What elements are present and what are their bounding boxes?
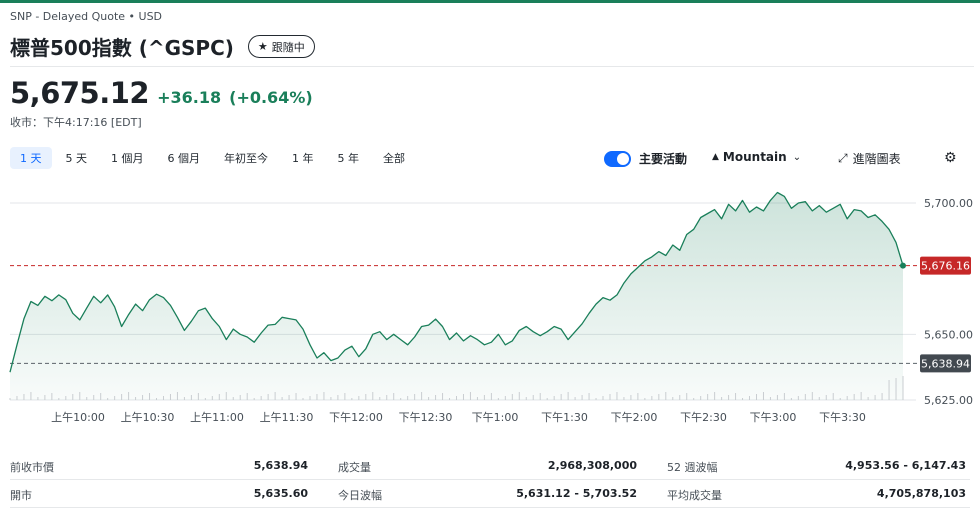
y-tick-label: 5,625.00 — [924, 394, 973, 407]
price-change: +36.18 — [157, 88, 222, 107]
current-price: 5,675.12 — [10, 76, 150, 110]
open-label: 開市 — [10, 489, 32, 502]
chevron-down-icon: ⌄ — [792, 151, 802, 163]
title-row: 標普500指數 (^GSPC) ★ 跟隨中 — [10, 32, 315, 61]
follow-button[interactable]: ★ 跟隨中 — [247, 35, 315, 58]
page-title: 標普500指數 (^GSPC) — [10, 36, 234, 60]
x-tick-label: 上午10:00 — [51, 411, 105, 424]
advanced-chart-label: 進階圖表 — [852, 152, 901, 166]
y-tick-label: 5,700.00 — [924, 197, 973, 210]
range-tab-1m[interactable]: 1 個月 — [101, 147, 154, 169]
range-tabs: 1 天 5 天 1 個月 6 個月 年初至今 1 年 5 年 全部 — [10, 147, 415, 169]
toggle-knob — [617, 152, 629, 165]
range-tab-1y[interactable]: 1 年 — [282, 147, 324, 169]
week52-label: 52 週波幅 — [667, 461, 718, 474]
x-tick-label: 下午3:30 — [819, 411, 866, 424]
last-price-dot — [900, 262, 906, 269]
volume-label: 成交量 — [338, 461, 371, 474]
x-tick-label: 下午1:30 — [541, 411, 588, 424]
avg-volume-value: 4,705,878,103 — [876, 487, 966, 500]
key-events-label: 主要活動 — [639, 152, 688, 166]
range-tab-6m[interactable]: 6 個月 — [158, 147, 211, 169]
range-tab-all[interactable]: 全部 — [373, 147, 415, 169]
prev-close-label: 前收市價 — [10, 461, 54, 474]
y-tick-label: 5,650.00 — [924, 328, 973, 341]
close-time: 收市：下午4:17:16 [EDT] — [10, 116, 142, 129]
price-area — [10, 192, 903, 400]
chart-type-label: Mountain — [722, 150, 787, 164]
avg-volume-label: 平均成交量 — [667, 489, 722, 502]
prev-close-value: 5,638.94 — [253, 459, 308, 472]
range-tab-5y[interactable]: 5 年 — [328, 147, 370, 169]
star-icon: ★ — [257, 40, 268, 53]
day-range-value: 5,631.12 - 5,703.52 — [516, 487, 637, 500]
price-chart[interactable]: 5,700.00 5,650.00 5,625.00 5,676.16 5,638.94… — [0, 178, 980, 450]
price-change-percent: (+0.64%) — [229, 88, 313, 107]
x-tick-label: 下午12:30 — [399, 411, 453, 424]
gear-icon[interactable]: ⚙ — [944, 150, 957, 166]
advanced-chart-link[interactable]: ⤢ 進階圖表 — [838, 150, 901, 167]
expand-arrow-icon: ⤢ — [838, 151, 848, 165]
current-price-badge: 5,676.16 — [921, 260, 970, 273]
range-tab-5d[interactable]: 5 天 — [56, 147, 98, 169]
price-row: 5,675.12 +36.18 (+0.64%) — [10, 76, 313, 110]
prev-close-badge: 5,638.94 — [921, 357, 970, 370]
stats-row-2: 開市 5,635.60 今日波幅 5,631.12 - 5,703.52 平均成… — [10, 480, 970, 508]
chart-type-dropdown[interactable]: ▲ Mountain ⌄ — [712, 150, 801, 164]
x-tick-label: 上午11:30 — [260, 411, 314, 424]
top-accent-line — [0, 0, 980, 3]
key-events-control: 主要活動 — [604, 150, 687, 167]
x-tick-label: 上午10:30 — [121, 411, 175, 424]
header-divider — [10, 66, 974, 67]
x-tick-label: 下午2:30 — [680, 411, 727, 424]
x-tick-label: 下午12:00 — [329, 411, 383, 424]
stats-row-1: 前收市價 5,638.94 成交量 2,968,308,000 52 週波幅 4… — [10, 452, 970, 480]
range-tab-ytd[interactable]: 年初至今 — [214, 147, 278, 169]
x-tick-label: 下午3:00 — [750, 411, 797, 424]
mountain-icon: ▲ — [712, 152, 719, 162]
volume-value: 2,968,308,000 — [547, 459, 637, 472]
follow-button-label: 跟隨中 — [271, 40, 305, 54]
x-tick-label: 下午1:00 — [472, 411, 519, 424]
x-tick-label: 上午11:00 — [190, 411, 244, 424]
x-tick-label: 下午2:00 — [611, 411, 658, 424]
quote-meta: SNP - Delayed Quote • USD — [10, 10, 163, 23]
key-events-toggle[interactable] — [604, 150, 631, 167]
week52-value: 4,953.56 - 6,147.43 — [845, 459, 966, 472]
day-range-label: 今日波幅 — [338, 489, 382, 502]
open-value: 5,635.60 — [253, 487, 308, 500]
range-tab-1d[interactable]: 1 天 — [10, 147, 52, 169]
